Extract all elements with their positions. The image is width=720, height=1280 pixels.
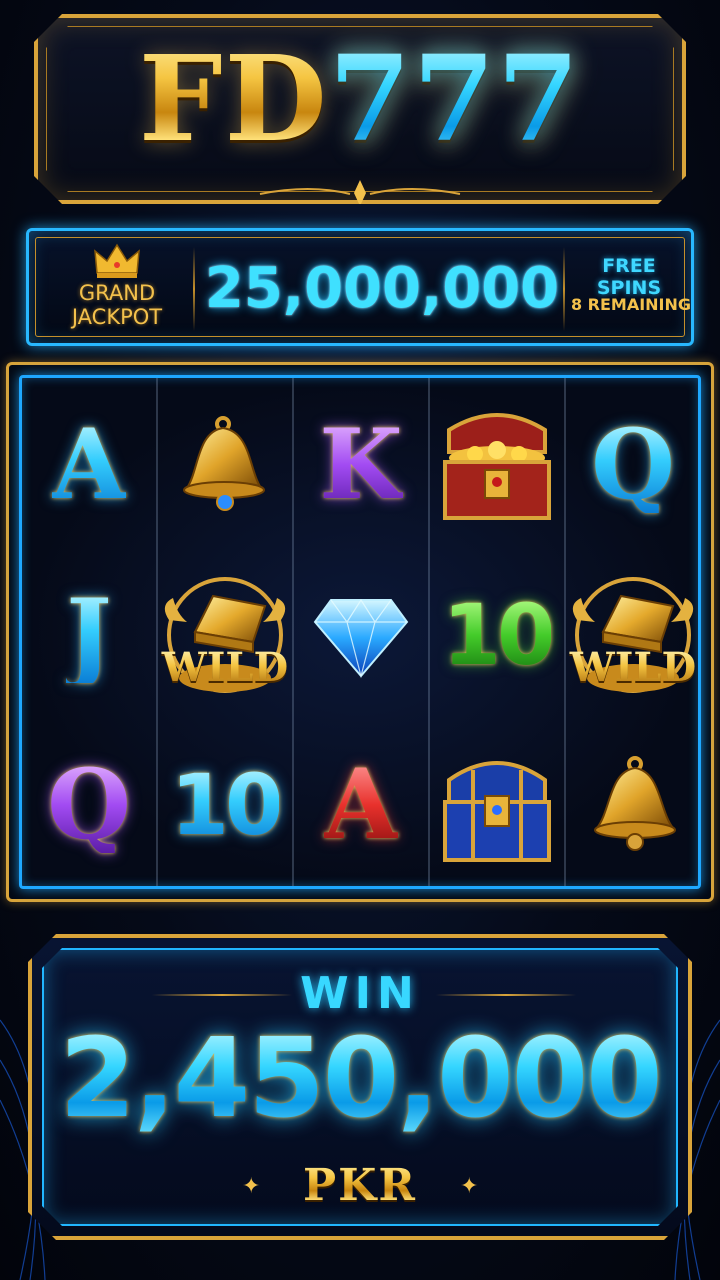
bell-icon [183, 416, 265, 511]
symbol-cell: 10 [430, 550, 564, 720]
grand-jackpot-label: GRAND JACKPOT [49, 281, 185, 329]
symbol-cell [158, 380, 292, 550]
symbol-cell [430, 380, 564, 550]
spins-remaining-label: 8 REMAINING [570, 295, 692, 314]
grand-label-line2: JACKPOT [71, 305, 163, 329]
grand-label-line1: GRAND [78, 281, 156, 305]
logo-text-777: 777 [328, 29, 582, 168]
title-flourish-icon [250, 178, 470, 208]
reel-window: A J Q WILD 10 K A 10 Q WILD [19, 375, 701, 889]
symbol-cell [566, 720, 698, 886]
symbol-cell: Q [22, 720, 156, 886]
reel-grid: A J Q WILD 10 K A 10 Q WILD [6, 362, 714, 902]
sparkle-icon: ✦ [460, 1174, 479, 1199]
symbol-number-10: 10 [170, 756, 284, 854]
symbol-cell: Q [566, 380, 698, 550]
symbol-cell: WILD [566, 550, 698, 720]
symbol-cell: A [22, 380, 156, 550]
win-panel: WIN 2,450,000 ✦ PKR ✦ [28, 934, 692, 1240]
reel-3: K A [294, 378, 430, 886]
reel-5: Q WILD [566, 378, 698, 886]
symbol-letter-a: A [323, 748, 399, 861]
reel-4: 10 [430, 378, 566, 886]
symbol-letter-a: A [51, 408, 127, 521]
reel-1: A J Q [22, 378, 158, 886]
win-amount: 2,450,000 [32, 1018, 688, 1139]
divider [563, 247, 565, 331]
reel-2: WILD 10 [158, 378, 294, 886]
wild-label: WILD [569, 644, 697, 691]
win-label: WIN [300, 968, 420, 1019]
symbol-letter-q: Q [591, 408, 675, 521]
symbol-cell [294, 550, 428, 720]
symbol-letter-k: K [319, 408, 403, 521]
symbol-letter-j: J [66, 578, 112, 691]
jackpot-amount: 25,000,000 [204, 256, 560, 321]
bell-icon [594, 756, 676, 851]
divider [193, 247, 195, 331]
wild-symbol: WILD [569, 560, 697, 710]
wild-symbol: WILD [161, 560, 289, 710]
symbol-cell: 10 [158, 720, 292, 886]
diamond-icon [313, 598, 409, 679]
currency-label: PKR [32, 1160, 688, 1211]
logo-text-fd: FD [138, 29, 329, 168]
crown-icon [94, 243, 140, 278]
wild-label: WILD [161, 644, 289, 691]
treasure-chest-red-icon [443, 413, 551, 520]
title-plate: FD777 [34, 14, 686, 204]
symbol-cell [430, 720, 564, 886]
symbol-cell: J [22, 550, 156, 720]
treasure-chest-blue-icon [443, 761, 551, 862]
symbol-cell: WILD [158, 550, 292, 720]
symbol-cell: A [294, 720, 428, 886]
game-logo: FD777 [38, 40, 682, 158]
symbol-cell: K [294, 380, 428, 550]
jackpot-bar: GRAND JACKPOT 25,000,000 FREE SPINS 8 RE… [26, 228, 694, 346]
free-spins-label: FREE SPINS [596, 255, 662, 299]
symbol-number-10: 10 [442, 586, 556, 684]
symbol-letter-q: Q [47, 748, 131, 861]
